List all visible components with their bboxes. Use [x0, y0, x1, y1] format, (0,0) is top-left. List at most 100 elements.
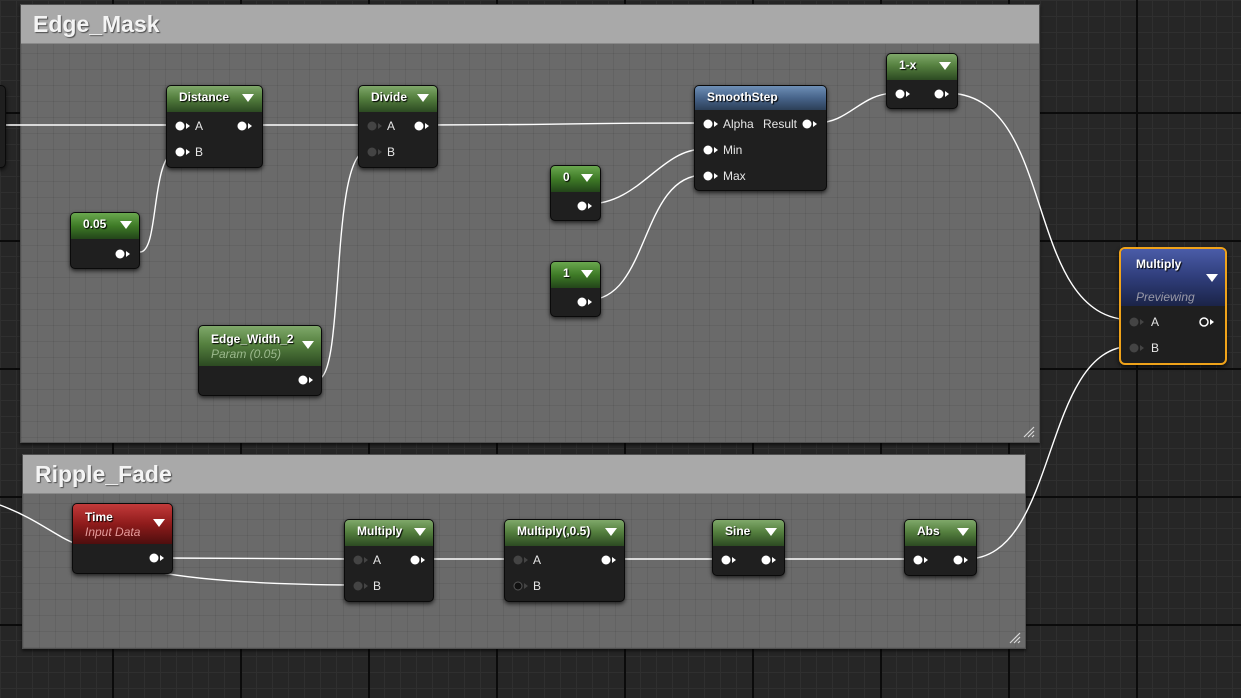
- node-header[interactable]: Divide: [359, 86, 437, 112]
- node-header[interactable]: 0.05: [71, 213, 139, 239]
- output-pin-icon[interactable]: [115, 249, 131, 259]
- output-pin-icon[interactable]: [1199, 317, 1215, 327]
- pin-label: A: [1151, 315, 1160, 329]
- input-pin-icon[interactable]: [353, 555, 369, 565]
- collapse-arrow-icon[interactable]: [939, 62, 951, 70]
- input-pin-icon[interactable]: [721, 555, 737, 565]
- input-pin-icon[interactable]: [703, 119, 719, 129]
- node-header[interactable]: SmoothStep: [695, 86, 826, 110]
- node-title: 1: [563, 266, 570, 280]
- node-title: 0: [563, 170, 570, 184]
- node-sine[interactable]: Sine: [712, 519, 785, 576]
- output-pin-icon[interactable]: [237, 121, 253, 131]
- collapse-arrow-icon[interactable]: [1206, 274, 1218, 282]
- node-header[interactable]: Edge_Width_2 Param (0.05): [199, 326, 321, 366]
- node-title: Divide: [371, 90, 408, 104]
- node-header[interactable]: Multiply: [345, 520, 433, 546]
- wire: [965, 345, 1134, 560]
- node-subtitle: Previewing: [1136, 290, 1195, 304]
- node-multiply[interactable]: Multiply A B: [344, 519, 434, 602]
- node-constant-0[interactable]: 0: [550, 165, 601, 221]
- input-pin-icon[interactable]: [175, 147, 191, 157]
- output-pin-icon[interactable]: [577, 201, 593, 211]
- collapse-arrow-icon[interactable]: [120, 221, 132, 229]
- node-title: Distance: [179, 90, 230, 104]
- input-pin-icon[interactable]: [175, 121, 191, 131]
- node-header[interactable]: Multiply Previewing: [1121, 249, 1225, 306]
- output-pin-icon[interactable]: [149, 553, 165, 563]
- node-header[interactable]: 1: [551, 262, 600, 288]
- node-offscreen-partial[interactable]: [0, 85, 6, 168]
- collapse-arrow-icon[interactable]: [242, 94, 254, 102]
- input-pin-icon[interactable]: [703, 145, 719, 155]
- input-pin-icon[interactable]: [1129, 343, 1145, 353]
- node-abs[interactable]: Abs: [904, 519, 977, 576]
- collapse-arrow-icon[interactable]: [581, 174, 593, 182]
- pin-label: B: [533, 579, 542, 593]
- pin-label: B: [1151, 341, 1160, 355]
- node-header[interactable]: 0: [551, 166, 600, 192]
- input-pin-icon[interactable]: [1129, 317, 1145, 327]
- input-pin-icon[interactable]: [367, 121, 383, 131]
- output-pin-icon[interactable]: [577, 297, 593, 307]
- node-multiply-half[interactable]: Multiply(,0.5) A B: [504, 519, 625, 602]
- input-pin-icon[interactable]: [895, 89, 911, 99]
- node-one-minus[interactable]: 1-x: [886, 53, 958, 109]
- input-pin-icon[interactable]: [913, 555, 929, 565]
- pin-label: A: [195, 119, 204, 133]
- node-title: Sine: [725, 524, 751, 538]
- output-pin-icon[interactable]: [761, 555, 777, 565]
- wire: [0, 504, 356, 586]
- node-header[interactable]: Time Input Data: [73, 504, 172, 544]
- collapse-arrow-icon[interactable]: [302, 341, 314, 349]
- collapse-arrow-icon[interactable]: [581, 270, 593, 278]
- node-divide[interactable]: Divide A B: [358, 85, 438, 168]
- collapse-arrow-icon[interactable]: [414, 528, 426, 536]
- pin-label: Alpha: [723, 117, 754, 131]
- input-pin-icon[interactable]: [703, 171, 719, 181]
- node-multiply-preview[interactable]: Multiply Previewing A B: [1119, 247, 1227, 365]
- wire: [587, 148, 705, 205]
- node-time[interactable]: Time Input Data: [72, 503, 173, 574]
- node-header[interactable]: Sine: [713, 520, 784, 546]
- collapse-arrow-icon[interactable]: [417, 94, 429, 102]
- node-distance[interactable]: Distance A B: [166, 85, 263, 168]
- node-subtitle: Param (0.05): [211, 347, 282, 361]
- node-title: SmoothStep: [707, 90, 778, 104]
- collapse-arrow-icon[interactable]: [153, 519, 165, 527]
- node-constant-1[interactable]: 1: [550, 261, 601, 317]
- input-pin-icon[interactable]: [353, 581, 369, 591]
- output-pin-icon[interactable]: [410, 555, 426, 565]
- collapse-arrow-icon[interactable]: [605, 528, 617, 536]
- pin-label: A: [387, 119, 396, 133]
- node-title: Multiply: [357, 524, 403, 538]
- node-subtitle: Input Data: [85, 525, 141, 539]
- node-header[interactable]: Distance: [167, 86, 262, 112]
- node-title: Edge_Width_2: [211, 332, 294, 346]
- wire: [159, 557, 356, 560]
- node-header[interactable]: Abs: [905, 520, 976, 546]
- output-pin-icon[interactable]: [934, 89, 950, 99]
- node-constant-005[interactable]: 0.05: [70, 212, 140, 269]
- node-smoothstep[interactable]: SmoothStep Alpha Result Min Max: [694, 85, 827, 191]
- node-header[interactable]: 1-x: [887, 54, 957, 80]
- pin-label: B: [373, 579, 382, 593]
- collapse-arrow-icon[interactable]: [765, 528, 777, 536]
- input-pin-icon[interactable]: [513, 581, 529, 591]
- pin-label: A: [533, 553, 542, 567]
- output-pin-icon[interactable]: [298, 375, 314, 385]
- input-pin-icon[interactable]: [513, 555, 529, 565]
- node-header[interactable]: Multiply(,0.5): [505, 520, 624, 546]
- node-title: 0.05: [83, 217, 107, 231]
- pin-label: B: [195, 145, 204, 159]
- input-pin-icon[interactable]: [367, 147, 383, 157]
- output-pin-label: Result: [763, 117, 798, 131]
- pin-label: Min: [723, 143, 743, 157]
- output-pin-icon[interactable]: [953, 555, 969, 565]
- output-pin-icon[interactable]: [414, 121, 430, 131]
- output-pin-icon[interactable]: [601, 555, 617, 565]
- output-pin-icon[interactable]: [802, 119, 818, 129]
- node-edge-width-param[interactable]: Edge_Width_2 Param (0.05): [198, 325, 322, 396]
- node-title: Abs: [917, 524, 940, 538]
- collapse-arrow-icon[interactable]: [957, 528, 969, 536]
